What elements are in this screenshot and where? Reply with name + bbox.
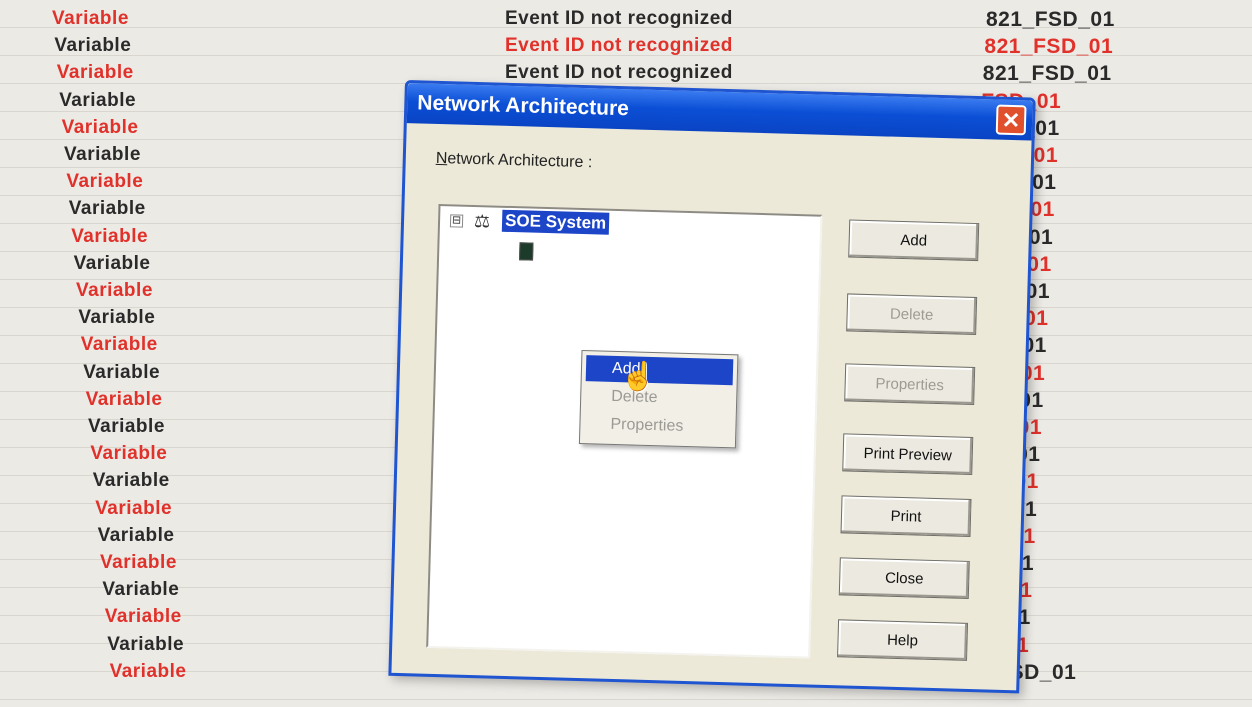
variable-cell: Variable (90, 443, 168, 465)
variable-cell: Variable (68, 198, 146, 220)
variable-cell: Variable (61, 116, 139, 138)
variable-cell: Variable (100, 552, 177, 573)
context-menu-properties[interactable]: Properties (584, 411, 732, 441)
device-cell: 821_FSD_01 (984, 35, 1114, 59)
print-button[interactable]: Print (840, 495, 972, 537)
variable-cell: Variable (85, 388, 163, 410)
event-cell: Event ID not recognized (505, 35, 733, 57)
network-architecture-dialog: Network Architecture ✕ Network Architect… (388, 80, 1036, 694)
variable-cell: Variable (76, 280, 153, 301)
variable-cell: Variable (95, 497, 173, 519)
variable-cell: Variable (88, 416, 165, 437)
group-label-accel: N (435, 149, 448, 168)
background-row: Variable Event ID not recognized 821_FSD_0… (0, 33, 1252, 61)
variable-cell: Variable (64, 144, 141, 165)
variable-cell: Variable (52, 8, 129, 29)
help-button[interactable]: Help (837, 619, 969, 661)
properties-button[interactable]: Properties (844, 363, 976, 406)
variable-cell: Variable (102, 579, 180, 601)
device-node-icon[interactable] (519, 242, 534, 261)
background-row: Variable Event ID not recognized 821_FSD_0… (0, 6, 1252, 34)
add-button[interactable]: Add (848, 219, 980, 262)
variable-cell: Variable (97, 524, 175, 546)
print-preview-button[interactable]: Print Preview (842, 433, 974, 475)
tree-node-root[interactable]: SOE System (501, 209, 610, 235)
variable-cell: Variable (56, 62, 134, 84)
variable-cell: Variable (66, 171, 144, 193)
event-cell: Event ID not recognized (505, 8, 733, 29)
variable-cell: Variable (80, 334, 158, 356)
delete-button[interactable]: Delete (846, 293, 978, 336)
variable-cell: Variable (73, 252, 151, 274)
context-menu-add[interactable]: Add (585, 355, 734, 386)
event-cell: Event ID not recognized (505, 62, 733, 84)
group-label: Network Architecture : (436, 150, 593, 172)
variable-cell: Variable (54, 35, 132, 57)
context-menu: Add Delete Properties (578, 350, 739, 449)
variable-cell: Variable (59, 89, 137, 111)
context-menu-delete[interactable]: Delete (585, 383, 733, 413)
network-tree[interactable]: ⊟ ⚖ SOE System Add Delete Properties ☝ (426, 203, 823, 659)
mouse-pointer-icon: ☝ (620, 360, 657, 393)
device-cell: 821_FSD_01 (982, 62, 1112, 86)
variable-cell: Variable (71, 225, 149, 247)
dialog-title: Network Architecture (417, 91, 630, 121)
background-row: Variable Event ID not recognized 821_FSD_0… (0, 60, 1252, 88)
collapse-icon[interactable]: ⊟ (449, 214, 464, 228)
variable-cell: Variable (83, 361, 161, 383)
device-cell: 821_FSD_01 (986, 8, 1115, 31)
network-node-icon: ⚖ (473, 210, 491, 232)
group-label-text: etwork Architecture : (447, 150, 593, 172)
variable-cell: Variable (104, 606, 182, 628)
close-icon[interactable]: ✕ (995, 104, 1027, 136)
close-button[interactable]: Close (838, 557, 970, 599)
variable-cell: Variable (92, 470, 170, 492)
variable-cell: Variable (107, 633, 185, 655)
variable-cell: Variable (78, 307, 156, 329)
variable-cell: Variable (109, 660, 187, 682)
